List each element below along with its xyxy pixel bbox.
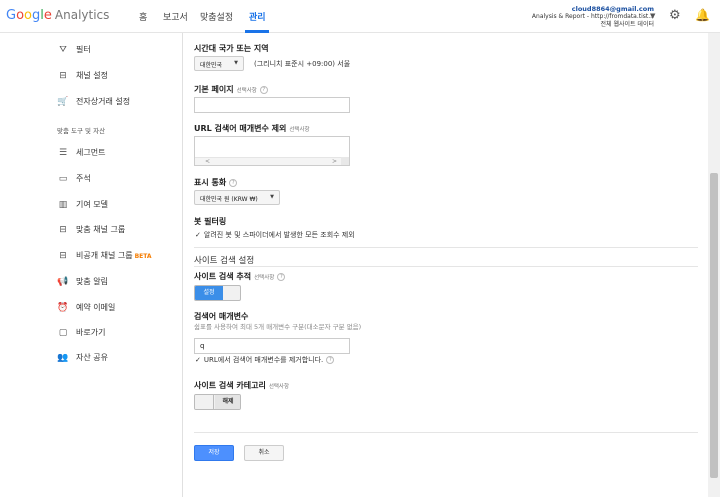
timezone-zone-text: (그리니치 표준시 +09:00) 서울: [254, 60, 351, 68]
attribution-icon: ▥: [58, 200, 68, 210]
channel-icon: ⊟: [59, 71, 67, 81]
sidebar-item-annotations[interactable]: ▭ 주석: [57, 173, 91, 184]
resize-handle[interactable]: [341, 157, 349, 165]
account-switcher[interactable]: cloud8864@gmail.com Analysis & Report - …: [532, 5, 654, 29]
page-scrollbar[interactable]: [708, 33, 720, 497]
nav-reports[interactable]: 보고서: [163, 10, 188, 23]
site-search-section-title: 사이트 검색 설정: [194, 256, 255, 266]
bot-filter-checkbox[interactable]: ✓ 알려진 봇 및 스파이더에서 발생한 모든 조회수 제외: [195, 230, 355, 240]
default-page-label: 기본 페이지 선택사항?: [194, 84, 268, 95]
private-channel-icon: ⊟: [59, 251, 67, 261]
admin-sidebar: ⛛ 필터 ⊟ 채널 설정 🛒 전자상거래 설정 맞춤 도구 및 자산 ☰ 세그먼트 ▭ 주…: [0, 33, 183, 497]
toggle-on-label: 설정: [195, 286, 223, 300]
sidebar-item-filters[interactable]: ⛛ 필터: [57, 44, 91, 55]
strip-query-param-checkbox[interactable]: ✓ URL에서 검색어 매개변수를 제거합니다.?: [195, 355, 335, 365]
alert-icon: 📢: [57, 277, 69, 287]
caret-down-icon: ▼: [234, 60, 238, 66]
nav-home[interactable]: 홈: [139, 10, 147, 23]
checkmark-icon: ✓: [195, 356, 201, 364]
top-bar: Google Analytics 홈 보고서 맞춤설정 관리 cloud8864@…: [0, 0, 720, 33]
beta-badge: BETA: [134, 253, 152, 260]
save-button[interactable]: 저장: [194, 445, 234, 461]
sidebar-item-asset-sharing[interactable]: 👥 자산 공유: [57, 352, 108, 363]
bot-filtering-label: 봇 필터링: [194, 217, 227, 226]
sidebar-item-channel-settings[interactable]: ⊟ 채널 설정: [57, 70, 108, 81]
toggle-off-label: 해제: [215, 395, 240, 409]
account-view: 전체 웹사이트 데이터: [600, 21, 655, 28]
segment-icon: ☰: [58, 148, 68, 158]
account-email: cloud8864@gmail.com: [571, 5, 654, 13]
nav-admin[interactable]: 관리: [249, 10, 266, 23]
cancel-button[interactable]: 취소: [244, 445, 284, 461]
query-param-input[interactable]: q: [194, 338, 350, 354]
site-search-category-label: 사이트 검색 카테고리 선택사항: [194, 381, 290, 390]
sidebar-item-ecommerce[interactable]: 🛒 전자상거래 설정: [57, 96, 130, 107]
scrollbar-thumb[interactable]: [710, 173, 718, 478]
checkmark-icon: ✓: [195, 231, 201, 239]
nav-customization[interactable]: 맞춤설정: [200, 10, 233, 23]
sidebar-item-private-channel-group[interactable]: ⊟ 비공개 채널 그룹 BETA: [57, 250, 152, 261]
site-search-tracking-label: 사이트 검색 추적 선택사항?: [194, 271, 286, 282]
exclude-params-label: URL 검색어 매개변수 제외 선택사항: [194, 124, 310, 133]
caret-down-icon: ▼: [270, 194, 274, 200]
caret-down-icon[interactable]: ▼: [650, 12, 655, 20]
sidebar-item-custom-channel-group[interactable]: ⊟ 맞춤 채널 그룹: [57, 224, 125, 235]
cart-icon: 🛒: [57, 97, 69, 107]
query-param-description: 쉼표를 사용하여 최대 5개 매개변수 구분(대소문자 구분 없음): [194, 323, 362, 331]
share-icon: 👥: [57, 353, 69, 363]
exclude-params-textarea[interactable]: < >: [194, 136, 350, 166]
filter-icon: ⛛: [59, 45, 67, 55]
sidebar-item-segments[interactable]: ☰ 세그먼트: [57, 147, 106, 158]
channel-group-icon: ⊟: [59, 225, 67, 235]
default-page-input[interactable]: [194, 97, 350, 113]
help-icon[interactable]: ?: [259, 85, 268, 94]
scroll-left-icon[interactable]: <: [205, 158, 210, 165]
help-icon[interactable]: ?: [229, 178, 238, 187]
horizontal-scrollbar[interactable]: [195, 157, 349, 165]
divider: [194, 432, 698, 433]
site-search-tracking-toggle[interactable]: 설정: [194, 285, 241, 301]
divider: [194, 247, 698, 248]
gear-icon[interactable]: ⚙: [669, 8, 681, 23]
divider: [194, 266, 698, 267]
shortcut-icon: ▢: [58, 328, 68, 338]
help-icon[interactable]: ?: [277, 272, 286, 281]
annotation-icon: ▭: [58, 174, 68, 184]
help-icon[interactable]: ?: [326, 356, 335, 364]
currency-select[interactable]: 대한민국 원 (KRW ₩) ▼: [194, 190, 280, 205]
sidebar-section-header: 맞춤 도구 및 자산: [57, 127, 106, 135]
sidebar-item-attribution[interactable]: ▥ 기여 모델: [57, 199, 108, 210]
currency-label: 표시 통화?: [194, 177, 238, 188]
account-property: Analysis & Report - http://fromdata.tist…: [531, 13, 654, 20]
view-settings-form: 시간대 국가 또는 지역 대한민국 ▼ (그리니치 표준시 +09:00) 서울 …: [184, 33, 704, 497]
bell-icon[interactable]: 🔔: [695, 8, 710, 22]
site-search-category-toggle[interactable]: 해제: [194, 394, 241, 410]
timezone-country-select[interactable]: 대한민국 ▼: [194, 56, 244, 71]
google-analytics-logo[interactable]: Google Analytics: [6, 8, 109, 23]
scroll-right-icon[interactable]: >: [332, 158, 337, 165]
sidebar-item-shortcuts[interactable]: ▢ 바로가기: [57, 327, 106, 338]
clock-icon: ⏰: [57, 303, 69, 313]
sidebar-item-custom-alerts[interactable]: 📢 맞춤 알림: [57, 276, 108, 287]
timezone-label: 시간대 국가 또는 지역: [194, 44, 269, 53]
sidebar-item-scheduled-email[interactable]: ⏰ 예약 이메일: [57, 302, 115, 313]
toggle-knob: [195, 395, 214, 409]
